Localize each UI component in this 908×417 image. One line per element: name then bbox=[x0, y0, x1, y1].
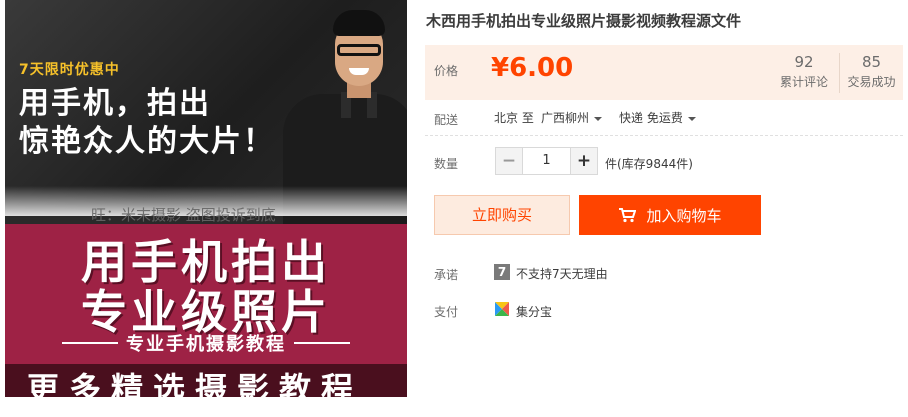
banner-subtitle: 专业手机摄影教程 bbox=[126, 334, 286, 355]
promo-tag: 7天限时优惠中 bbox=[19, 62, 120, 78]
banner-subtitle-row: 专业手机摄影教程 bbox=[5, 330, 407, 356]
presenter-photo bbox=[275, 0, 407, 224]
watermark-text: 旺：米末摄影 盗图投诉到底 bbox=[91, 206, 276, 224]
delivery-method: 快递 免运费 bbox=[619, 111, 683, 125]
banner-headline-line2: 惊艳众人的大片！ bbox=[19, 124, 275, 159]
payment-label: 支付 bbox=[434, 305, 459, 319]
price-panel: 价格 ¥6.00 92 累计评论 85 交易成功 bbox=[425, 45, 903, 100]
chevron-down-icon bbox=[687, 116, 696, 121]
banner-bottom-section: 更多精选摄影教程 bbox=[5, 364, 407, 397]
chevron-down-icon bbox=[594, 116, 603, 121]
decor-line-right bbox=[294, 342, 350, 344]
banner-title-section: 用手机拍出 专业级照片 专业手机摄影教程 bbox=[5, 224, 407, 364]
quantity-label: 数量 bbox=[434, 157, 459, 171]
reviews-count: 92 bbox=[794, 53, 814, 71]
promise-text[interactable]: 不支持7天无理由 bbox=[516, 265, 608, 282]
buy-now-button[interactable]: 立即购买 bbox=[434, 195, 570, 235]
add-to-cart-button[interactable]: 加入购物车 bbox=[579, 195, 761, 235]
banner-bottom-text: 更多精选摄影教程 bbox=[27, 370, 364, 397]
seven-day-icon: 7 bbox=[494, 264, 510, 280]
banner-top-section: 7天限时优惠中 用手机，拍出 惊艳众人的大片！ bbox=[5, 0, 407, 224]
delivery-destination: 广西柳州 bbox=[541, 111, 590, 125]
divider bbox=[425, 135, 903, 136]
price-label: 价格 bbox=[434, 64, 459, 78]
delivery-label: 配送 bbox=[434, 113, 459, 127]
quantity-increase-button[interactable]: + bbox=[570, 148, 597, 174]
sales-stat[interactable]: 85 交易成功 bbox=[839, 53, 903, 93]
quantity-stepper: − 1 + bbox=[495, 147, 598, 175]
delivery-method-select[interactable]: 快递 免运费 bbox=[619, 109, 696, 126]
delivery-from: 北京 至 bbox=[494, 111, 534, 125]
product-title: 木西用手机拍出专业级照片摄影视频教程源文件 bbox=[426, 12, 742, 30]
quantity-input[interactable]: 1 bbox=[523, 148, 570, 174]
sales-label: 交易成功 bbox=[847, 75, 896, 89]
jifenbao-icon bbox=[495, 302, 509, 316]
decor-line-left bbox=[62, 342, 118, 344]
payment-method[interactable]: 集分宝 bbox=[516, 303, 552, 320]
quantity-decrease-button[interactable]: − bbox=[496, 148, 523, 174]
promise-label: 承诺 bbox=[434, 268, 459, 282]
product-main-image[interactable]: 7天限时优惠中 用手机，拍出 惊艳众人的大片！ 旺：米末摄影 盗图投诉到底 用手… bbox=[5, 0, 407, 397]
add-to-cart-label: 加入购物车 bbox=[646, 206, 722, 225]
sales-count: 85 bbox=[861, 53, 882, 71]
reviews-stat[interactable]: 92 累计评论 bbox=[773, 53, 835, 90]
cart-icon bbox=[619, 208, 637, 223]
price-value: ¥6.00 bbox=[491, 53, 574, 83]
delivery-destination-select[interactable]: 广西柳州 bbox=[541, 109, 603, 126]
reviews-label: 累计评论 bbox=[779, 75, 828, 89]
stock-text: 件(库存9844件) bbox=[605, 157, 693, 171]
